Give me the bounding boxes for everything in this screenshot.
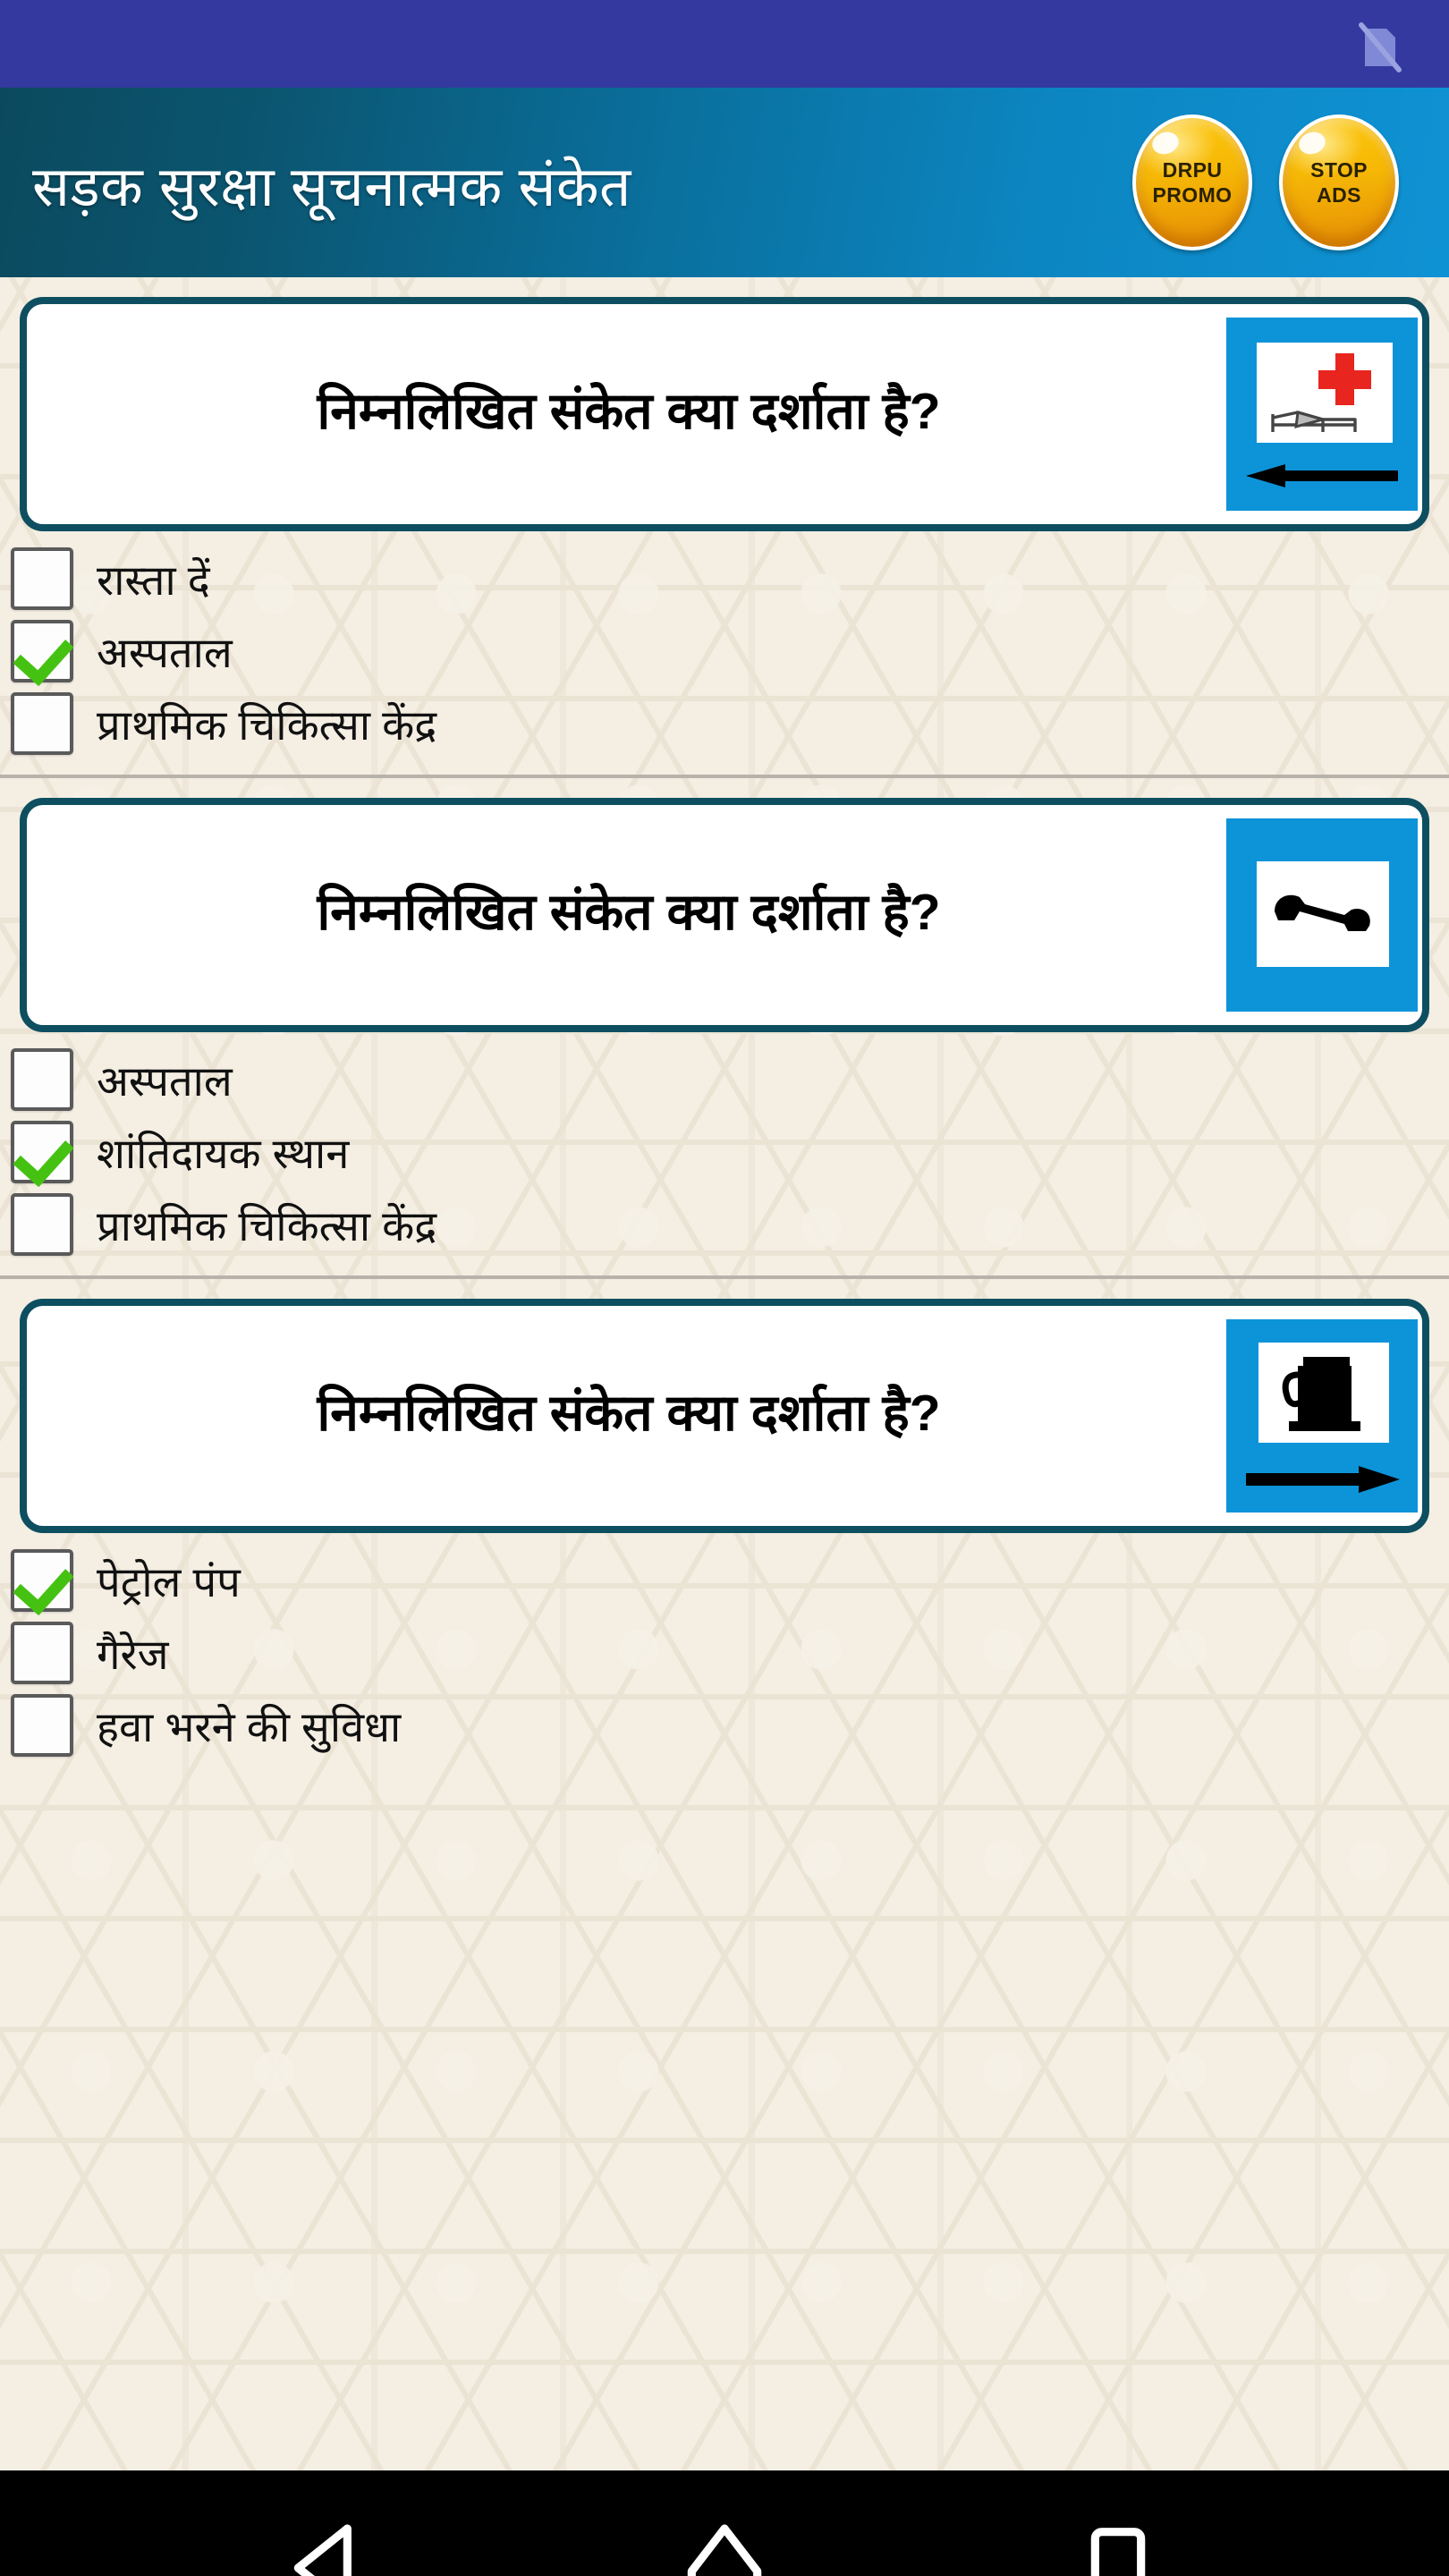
stop-ads-line2: ADS: [1317, 183, 1361, 207]
option-label: रास्ता दें: [97, 555, 210, 604]
app-bar-actions: DRPU PROMO STOP ADS: [1132, 114, 1399, 250]
sign-container: [1224, 304, 1422, 524]
question-card: निम्नलिखित संकेत क्या दर्शाता है?: [20, 297, 1429, 531]
hospital-sign: [1226, 318, 1418, 511]
option-row[interactable]: रास्ता दें: [0, 544, 1449, 614]
stop-ads-line1: STOP: [1310, 157, 1368, 182]
option-checkbox[interactable]: [11, 1193, 73, 1256]
option-checkbox-checked[interactable]: [11, 620, 73, 682]
option-checkbox-checked[interactable]: [11, 1121, 73, 1183]
recents-square-icon: [1090, 2528, 1146, 2576]
option-label: गैरेज: [97, 1630, 169, 1678]
bench-icon: [1275, 894, 1370, 931]
option-row[interactable]: प्राथमिक चिकित्सा केंद्र: [0, 689, 1449, 758]
section-divider: [0, 1275, 1449, 1279]
resting-place-sign: [1226, 818, 1418, 1012]
option-row[interactable]: अस्पताल: [0, 616, 1449, 686]
hospital-bed-icon: [1271, 411, 1357, 432]
options-list[interactable]: अस्पताल शांतिदायक स्थान प्राथमिक चिकित्स…: [0, 1032, 1449, 1259]
sign-container: [1224, 805, 1422, 1025]
option-label: अस्पताल: [97, 628, 233, 676]
app-bar: सड़क सुरक्षा सूचनात्मक संकेत DRPU PROMO …: [0, 88, 1449, 277]
back-triangle-icon: [293, 2524, 352, 2576]
question-block: निम्नलिखित संकेत क्या दर्शाता है? अस्पता…: [0, 798, 1449, 1259]
option-checkbox[interactable]: [11, 1622, 73, 1684]
stop-ads-button[interactable]: STOP ADS: [1279, 114, 1399, 250]
question-card: निम्नलिखित संकेत क्या दर्शाता है?: [20, 1299, 1429, 1533]
option-row[interactable]: हवा भरने की सुविधा: [0, 1690, 1449, 1760]
left-arrow-icon: [1246, 464, 1398, 487]
option-label: हवा भरने की सुविधा: [97, 1702, 402, 1750]
option-checkbox[interactable]: [11, 1048, 73, 1111]
status-bar: [0, 0, 1449, 88]
question-list[interactable]: निम्नलिखित संकेत क्या दर्शाता है? रास्ता…: [0, 277, 1449, 2470]
drpu-promo-line1: DRPU: [1162, 157, 1223, 182]
question-text: निम्नलिखित संकेत क्या दर्शाता है?: [317, 883, 941, 941]
option-checkbox[interactable]: [11, 692, 73, 755]
option-row[interactable]: प्राथमिक चिकित्सा केंद्र: [0, 1190, 1449, 1259]
option-label: अस्पताल: [97, 1056, 233, 1105]
home-button[interactable]: [675, 2519, 774, 2576]
option-row[interactable]: गैरेज: [0, 1618, 1449, 1688]
back-button[interactable]: [282, 2519, 380, 2576]
question-text: निम्नलिखित संकेत क्या दर्शाता है?: [317, 382, 941, 440]
page-title: सड़क सुरक्षा सूचनात्मक संकेत: [32, 157, 631, 218]
option-label: शांतिदायक स्थान: [97, 1129, 350, 1177]
option-row[interactable]: अस्पताल: [0, 1045, 1449, 1114]
question-text: निम्नलिखित संकेत क्या दर्शाता है?: [317, 1384, 941, 1442]
section-divider: [0, 775, 1449, 778]
option-row[interactable]: पेट्रोल पंप: [0, 1546, 1449, 1615]
options-list[interactable]: रास्ता दें अस्पताल प्राथमिक चिकित्सा कें…: [0, 531, 1449, 758]
no-sim-card-icon: [1359, 22, 1402, 72]
sign-container: [1224, 1306, 1422, 1526]
android-navigation-bar[interactable]: [0, 2470, 1449, 2576]
option-label: प्राथमिक चिकित्सा केंद्र: [97, 1201, 437, 1250]
petrol-pump-sign: [1226, 1319, 1418, 1513]
question-card: निम्नलिखित संकेत क्या दर्शाता है?: [20, 798, 1429, 1032]
option-checkbox-checked[interactable]: [11, 1549, 73, 1612]
fuel-pump-icon: [1282, 1357, 1360, 1431]
drpu-promo-line2: PROMO: [1152, 183, 1233, 207]
option-checkbox[interactable]: [11, 547, 73, 610]
question-block: निम्नलिखित संकेत क्या दर्शाता है?: [0, 297, 1449, 758]
options-list[interactable]: पेट्रोल पंप गैरेज हवा भरने की सुविधा: [0, 1533, 1449, 1760]
question-block: निम्नलिखित संकेत क्या दर्शाता है?: [0, 1299, 1449, 1760]
drpu-promo-button[interactable]: DRPU PROMO: [1132, 114, 1252, 250]
option-label: प्राथमिक चिकित्सा केंद्र: [97, 700, 437, 749]
option-label: पेट्रोल पंप: [97, 1557, 241, 1606]
option-row[interactable]: शांतिदायक स्थान: [0, 1117, 1449, 1187]
recents-button[interactable]: [1069, 2519, 1167, 2576]
home-icon: [687, 2524, 762, 2576]
option-checkbox[interactable]: [11, 1694, 73, 1757]
right-arrow-icon: [1246, 1466, 1400, 1493]
